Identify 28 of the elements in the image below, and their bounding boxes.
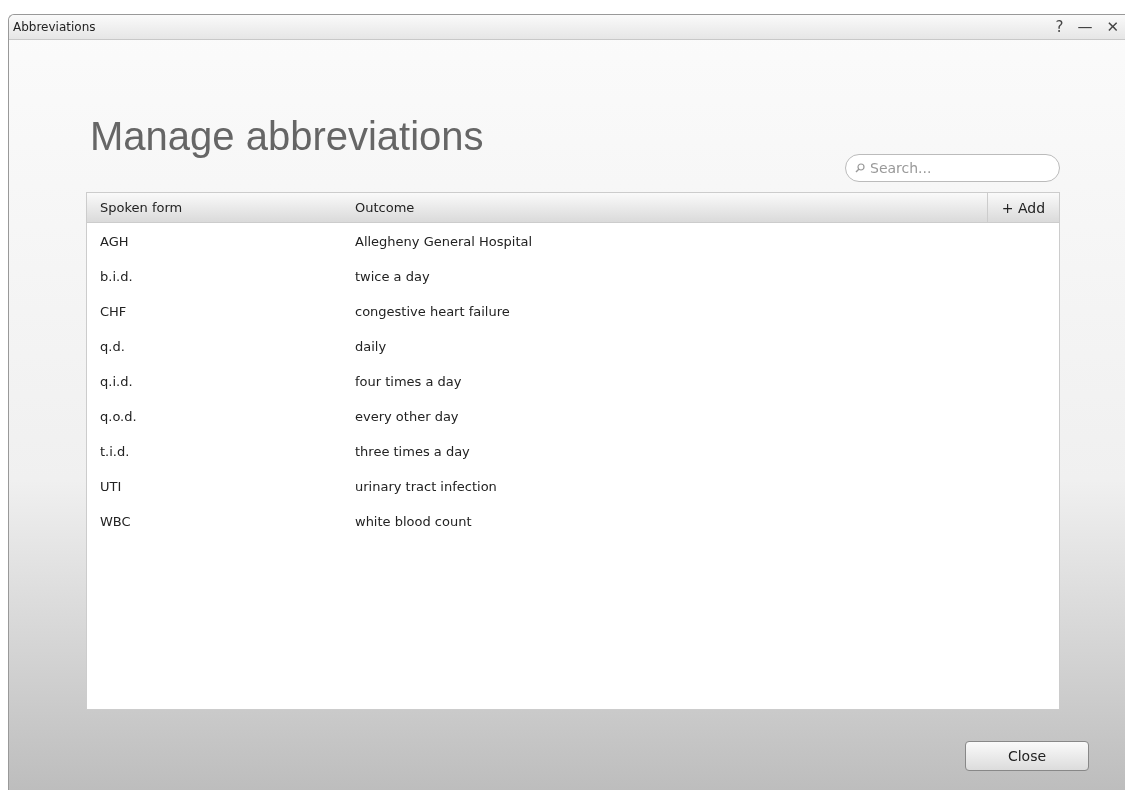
table-cell-text: t.i.d. — [99, 444, 131, 459]
add-button[interactable]: + Add — [987, 193, 1059, 222]
table-cell-text: AGH — [99, 234, 130, 249]
table-cell-text: white blood count — [355, 514, 473, 529]
table-cell-text: every other day — [355, 409, 460, 424]
table-cell-text: q.o.d. — [99, 409, 138, 424]
table-cell-text: q.d. — [99, 339, 126, 354]
column-header: Outcome — [355, 200, 416, 215]
table-cell-text: three times a day — [355, 444, 471, 459]
window-title: Abbreviations — [13, 20, 96, 34]
page-heading: Manage abbreviations — [90, 113, 485, 160]
table-cell-text: four times a day — [355, 374, 463, 389]
table-cell-text: WBC — [99, 514, 132, 529]
table-cell-text: twice a day — [355, 269, 431, 284]
window-control-button[interactable]: — — [1071, 18, 1099, 36]
table-cell-text: CHF — [99, 304, 128, 319]
table-cell-text: congestive heart failure — [355, 304, 511, 319]
table-cell-text: b.i.d. — [99, 269, 134, 284]
window-control-button[interactable]: ✕ — [1100, 18, 1125, 36]
window-control-button[interactable]: ? — [1049, 18, 1070, 36]
table-cell-text: q.i.d. — [99, 374, 134, 389]
table-cell-text: Allegheny General Hospital — [355, 234, 534, 249]
table-cell-text: daily — [355, 339, 388, 354]
close-button[interactable]: Close — [965, 741, 1089, 771]
table-cell-text: urinary tract infection — [355, 479, 498, 494]
table-cell-text: UTI — [99, 479, 123, 494]
column-header: Spoken form — [99, 200, 184, 215]
search-field[interactable]: Search... — [845, 154, 1060, 182]
